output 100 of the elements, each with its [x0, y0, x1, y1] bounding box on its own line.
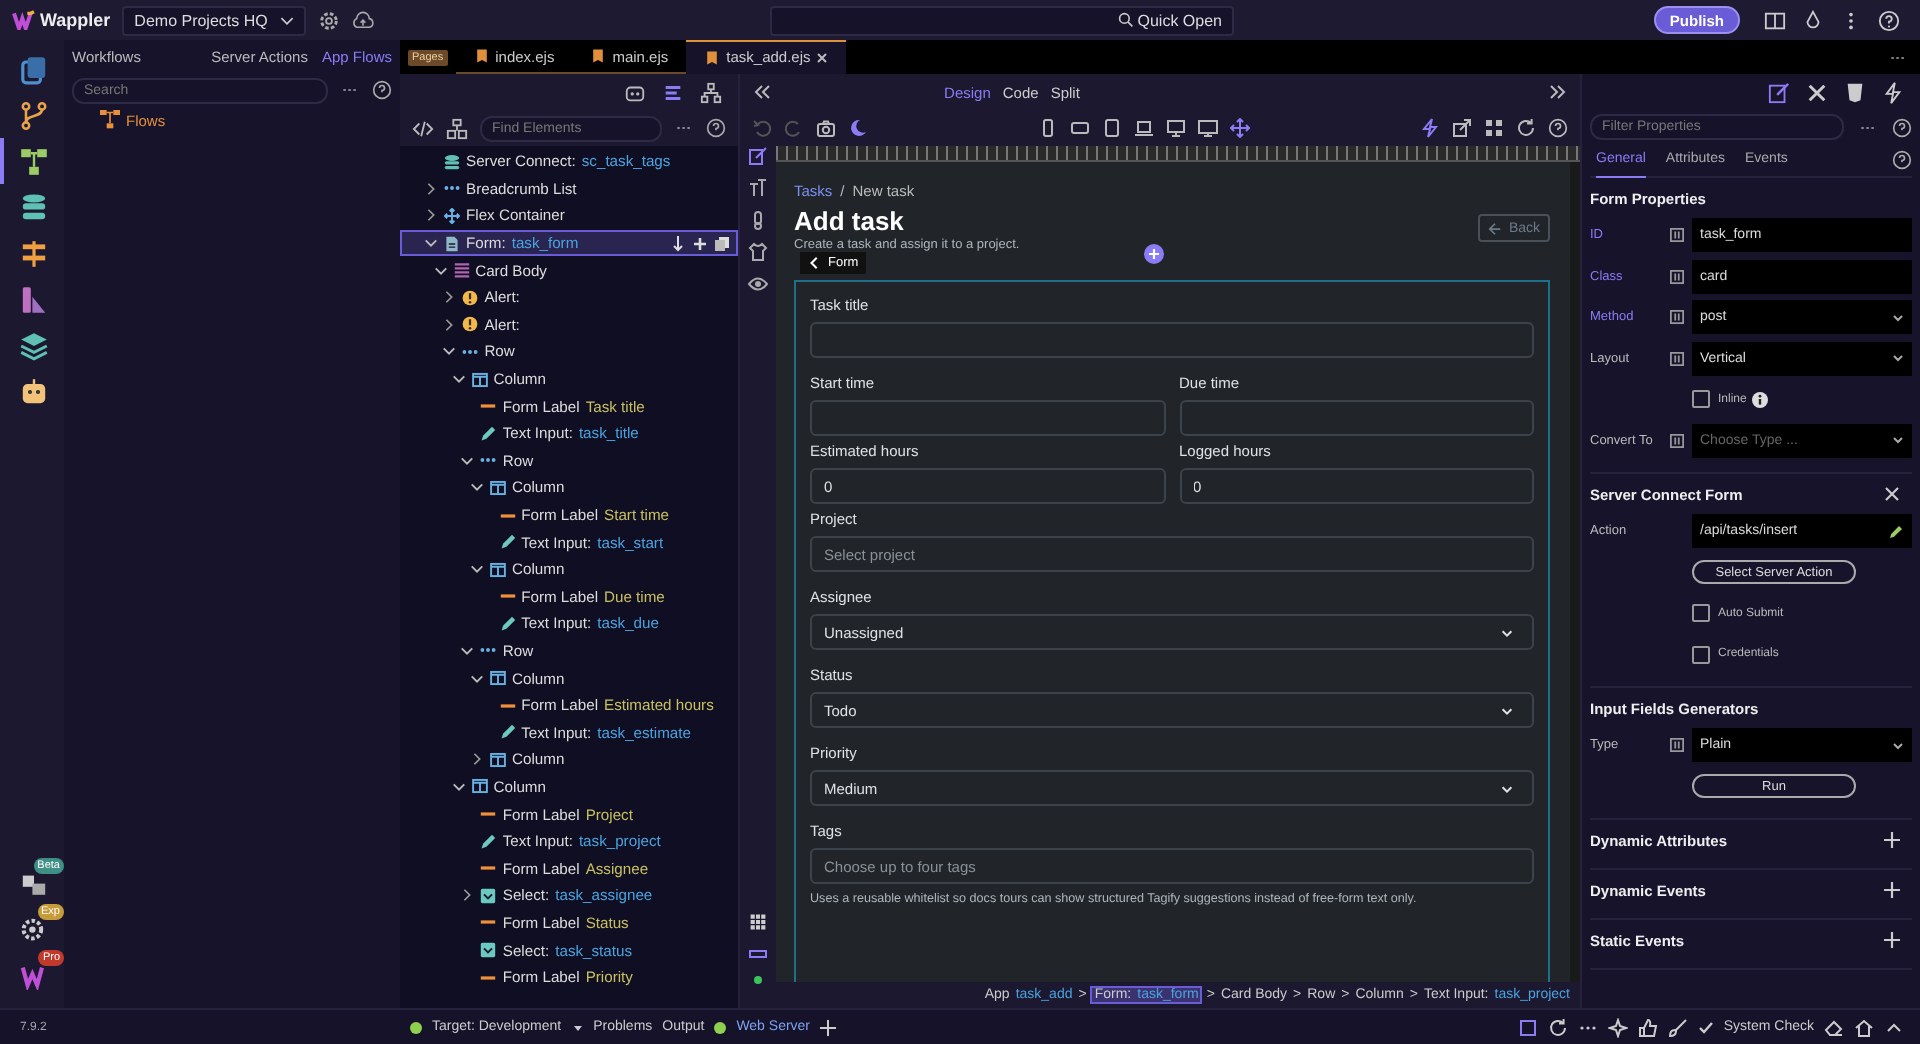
close-icon[interactable]: [816, 51, 829, 63]
bind-icon[interactable]: [1670, 738, 1684, 752]
check-icon: [1697, 1019, 1714, 1035]
tablet-landscape-icon[interactable]: [1070, 118, 1090, 138]
grid-icon[interactable]: [1484, 118, 1504, 138]
bind-icon[interactable]: [1670, 310, 1684, 324]
settings-icon[interactable]: [317, 9, 340, 31]
dropdown-icon: [480, 942, 497, 959]
edit-icon[interactable]: [1768, 81, 1790, 103]
help-icon[interactable]: [706, 118, 726, 138]
pencil-icon: [499, 615, 516, 632]
add-icon[interactable]: [1884, 932, 1900, 948]
edit-icon[interactable]: [748, 146, 768, 166]
checkbox[interactable]: [1692, 604, 1710, 622]
database-icon[interactable]: [18, 191, 50, 223]
eraser-icon[interactable]: [1824, 1017, 1844, 1037]
help-icon[interactable]: [1548, 118, 1568, 138]
input-field[interactable]: [810, 322, 1534, 358]
move-icon: [444, 207, 460, 224]
lightning-icon[interactable]: [1420, 118, 1440, 138]
info-icon[interactable]: [1752, 391, 1769, 407]
components-icon[interactable]: [446, 117, 468, 139]
move-icon[interactable]: [1230, 118, 1250, 138]
help-icon[interactable]: [1878, 9, 1900, 31]
hierarchy-icon[interactable]: [700, 81, 722, 103]
text-size-icon[interactable]: [748, 178, 768, 198]
brush-icon[interactable]: [1667, 1017, 1688, 1037]
chevron-down-icon[interactable]: [451, 779, 466, 794]
add-icon[interactable]: [820, 1019, 837, 1035]
tablet-icon[interactable]: [1102, 118, 1122, 138]
copy-icon[interactable]: [714, 235, 730, 252]
moon-icon[interactable]: [848, 118, 868, 138]
chevron-right-icon[interactable]: [460, 888, 475, 903]
move-down-icon[interactable]: [670, 235, 686, 252]
caret-icon[interactable]: [571, 1021, 584, 1033]
square-icon[interactable]: [1517, 1017, 1538, 1037]
refresh-icon[interactable]: [1516, 118, 1536, 138]
bind-icon[interactable]: [1670, 269, 1684, 283]
flow-icon[interactable]: [18, 145, 50, 177]
chevron-down-icon[interactable]: [470, 562, 484, 577]
tools-icon[interactable]: [1806, 81, 1828, 103]
add-icon[interactable]: [1884, 882, 1900, 898]
add-icon[interactable]: [692, 235, 708, 252]
branch-icon[interactable]: [18, 99, 50, 131]
lines-icon[interactable]: [662, 81, 684, 103]
input-field[interactable]: [1179, 400, 1534, 436]
file-icon: [590, 48, 607, 64]
page-heading: Add task: [794, 206, 906, 236]
lightning-icon[interactable]: [1882, 81, 1904, 103]
status-dot: [714, 1021, 727, 1033]
css-icon[interactable]: [1844, 81, 1866, 103]
thermometer-icon[interactable]: [748, 210, 768, 230]
home-icon[interactable]: [1854, 1017, 1874, 1037]
bind-icon[interactable]: [1670, 228, 1684, 242]
signpost-icon[interactable]: [18, 237, 50, 269]
add-icon[interactable]: [1884, 832, 1900, 848]
grid-icon[interactable]: [748, 912, 768, 932]
dropdown-icon: [480, 887, 497, 904]
laptop-icon[interactable]: [1134, 118, 1154, 138]
cloud-upload-icon[interactable]: [351, 9, 374, 31]
pencil-icon: [480, 425, 497, 442]
desktop-icon[interactable]: [1166, 118, 1186, 138]
checkbox[interactable]: [1692, 645, 1710, 663]
project-dropdown[interactable]: Demo Projects HQ: [122, 5, 306, 35]
expand-right-icon[interactable]: [1548, 82, 1568, 102]
help-icon[interactable]: [372, 80, 392, 100]
bind-icon[interactable]: [1670, 351, 1684, 365]
chevron-down-icon: [1500, 781, 1514, 795]
help-icon[interactable]: [1892, 117, 1912, 137]
file-icon: [473, 48, 490, 64]
palette-icon[interactable]: [18, 283, 50, 315]
drop-icon[interactable]: [1802, 9, 1824, 31]
sparkle-icon[interactable]: [1607, 1017, 1628, 1037]
monitor-icon[interactable]: [1198, 118, 1218, 138]
document-icon: [444, 235, 460, 252]
help-icon[interactable]: [1892, 150, 1912, 170]
bind-icon[interactable]: [1670, 433, 1684, 447]
phone-icon[interactable]: [1038, 118, 1058, 138]
pages-icon[interactable]: [18, 53, 50, 85]
alert-icon: [462, 289, 479, 306]
quick-open-field[interactable]: Quick Open: [770, 5, 1234, 35]
thumbs-up-icon[interactable]: [1637, 1017, 1658, 1037]
robot-icon[interactable]: [624, 81, 646, 103]
split-view-icon[interactable]: [1764, 9, 1786, 31]
robot-icon[interactable]: [18, 375, 50, 407]
collapse-left-icon[interactable]: [752, 82, 772, 102]
layers-icon[interactable]: [18, 329, 50, 361]
scrollbar[interactable]: [1570, 162, 1580, 982]
chevron-right-icon[interactable]: [470, 752, 484, 767]
rectangle-icon[interactable]: [748, 944, 768, 964]
checkbox[interactable]: [1692, 390, 1710, 408]
camera-icon[interactable]: [816, 118, 836, 138]
pencil-icon[interactable]: [1888, 523, 1904, 539]
code-icon[interactable]: [412, 117, 434, 139]
shirt-icon[interactable]: [748, 242, 768, 262]
share-icon[interactable]: [1452, 118, 1472, 138]
input-field[interactable]: [810, 400, 1165, 436]
eye-icon[interactable]: [748, 274, 768, 294]
close-icon[interactable]: [1884, 486, 1900, 502]
refresh-icon[interactable]: [1547, 1017, 1568, 1037]
